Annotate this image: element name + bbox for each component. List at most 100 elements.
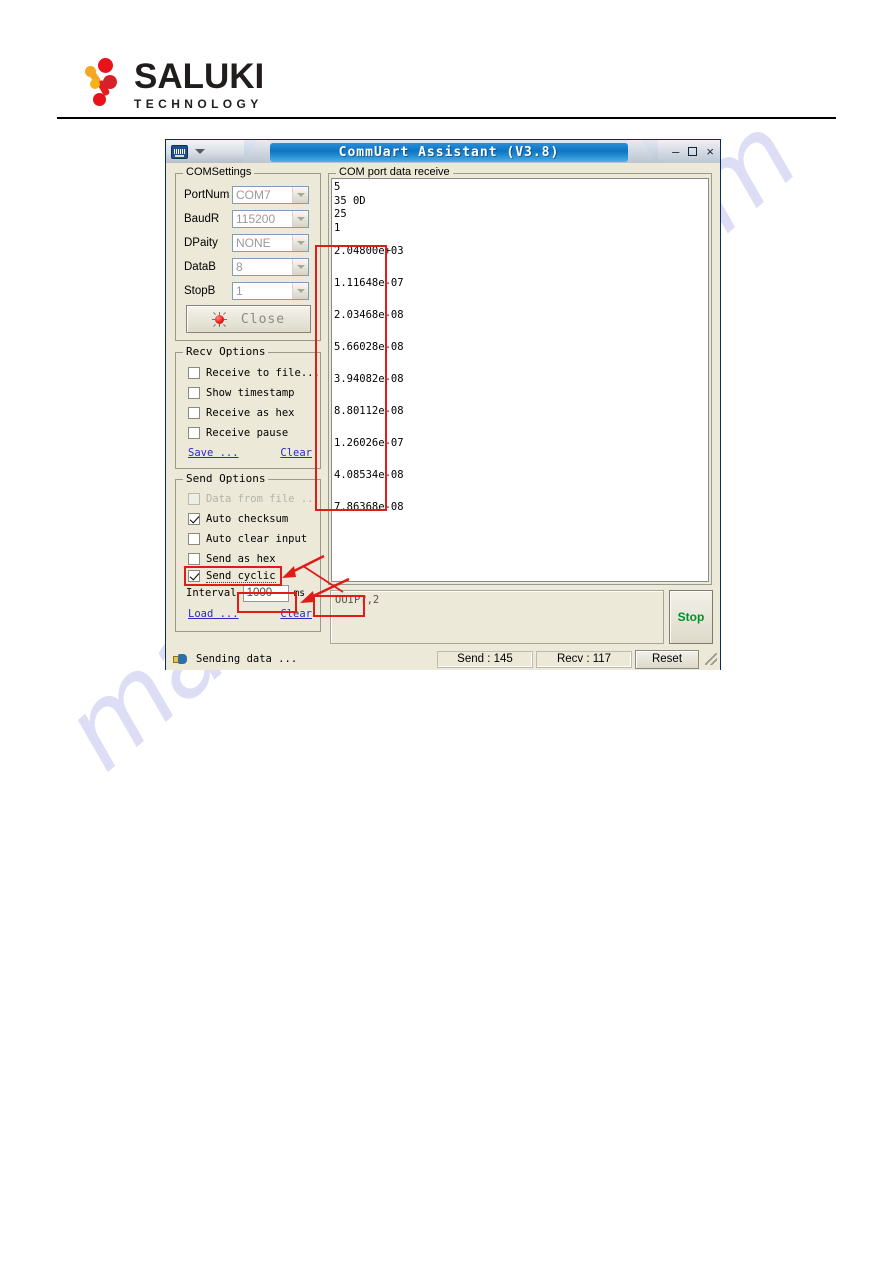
send-input-value: OUIP?,2 <box>335 594 380 606</box>
send-load-link[interactable]: Load ... <box>188 608 239 620</box>
recv-clear-link[interactable]: Clear <box>280 447 312 459</box>
checkbox-receive-to-file[interactable]: Receive to file... <box>188 365 320 381</box>
receive-line: 25 <box>334 208 347 220</box>
parity-label: DPaity <box>184 237 218 249</box>
checkbox-auto-clear-input[interactable]: Auto clear input <box>188 531 307 547</box>
stop-button[interactable]: Stop <box>669 590 713 644</box>
window-body: COMSettings PortNum COM7 BaudR 115200 DP… <box>166 163 720 670</box>
chevron-down-icon[interactable] <box>292 283 308 299</box>
checkbox-label: Receive to file... <box>206 367 320 379</box>
close-window-button[interactable]: × <box>706 145 714 158</box>
portnum-select[interactable]: COM7 <box>232 186 309 204</box>
receive-value-line: 2.03468e-08 <box>334 309 404 321</box>
checkbox-box[interactable] <box>188 427 200 439</box>
receive-panel-legend: COM port data receive <box>336 166 453 178</box>
send-options-group: Send Options Data from file ... Auto che… <box>175 472 321 632</box>
chevron-down-icon[interactable] <box>292 259 308 275</box>
logo-wordmark: SALUKI TECHNOLOGY <box>134 58 264 111</box>
chevron-down-icon[interactable] <box>292 211 308 227</box>
stopbits-select[interactable]: 1 <box>232 282 309 300</box>
window-titlebar: CommUart Assistant (V3.8) – × <box>166 140 720 163</box>
window-statusbar: Sending data ... Send : 145 Recv : 117 R… <box>166 648 720 670</box>
chevron-down-icon[interactable] <box>195 149 205 154</box>
checkbox-label: Show timestamp <box>206 387 295 399</box>
brand-tagline: TECHNOLOGY <box>134 97 263 111</box>
interval-row: Interval 1000 ms <box>186 584 305 602</box>
checkbox-show-timestamp[interactable]: Show timestamp <box>188 385 295 401</box>
databits-label: DataB <box>184 261 216 273</box>
recv-save-link[interactable]: Save ... <box>188 447 239 459</box>
titlebar-system-menu[interactable] <box>166 140 244 163</box>
baudrate-value: 115200 <box>236 212 276 226</box>
window-title: CommUart Assistant (V3.8) <box>338 144 560 160</box>
checkbox-box[interactable] <box>188 513 200 525</box>
send-links-row: Load ... Clear <box>188 608 312 620</box>
minimize-button[interactable]: – <box>672 145 679 158</box>
receive-value-line: 7.86368e-08 <box>334 501 404 513</box>
checkbox-box[interactable] <box>188 387 200 399</box>
maximize-button[interactable] <box>688 147 698 156</box>
com-port-data-receive-group: COM port data receive 5 35 0D 25 1 2.048… <box>328 166 712 585</box>
recv-options-legend: Recv Options <box>183 345 269 358</box>
interval-unit: ms <box>293 587 306 599</box>
parity-select[interactable]: NONE <box>232 234 309 252</box>
receive-value-line: 5.66028e-08 <box>334 341 404 353</box>
interval-label: Interval <box>186 587 237 599</box>
close-port-button[interactable]: Close <box>186 305 311 333</box>
parity-row: DPaity NONE <box>184 233 315 253</box>
com-settings-group: COMSettings PortNum COM7 BaudR 115200 DP… <box>175 166 321 341</box>
page-header: SALUKI TECHNOLOGY <box>0 0 893 130</box>
receive-line: 5 <box>334 181 341 193</box>
com-settings-legend: COMSettings <box>183 166 255 178</box>
titlebar-center: CommUart Assistant (V3.8) <box>270 142 628 162</box>
receive-textarea[interactable]: 5 35 0D 25 1 2.04800e+03 1.11648e-07 2.0… <box>331 178 709 582</box>
window-controls: – × <box>658 140 720 163</box>
chevron-down-icon[interactable] <box>292 187 308 203</box>
send-clear-link[interactable]: Clear <box>280 608 312 620</box>
interval-input[interactable]: 1000 <box>242 584 289 602</box>
checkbox-label: Auto clear input <box>206 533 308 545</box>
uart-app-icon <box>171 144 188 159</box>
databits-row: DataB 8 <box>184 257 315 277</box>
checkbox-box[interactable] <box>188 533 200 545</box>
send-input[interactable]: OUIP?,2 <box>330 590 664 644</box>
status-left: Sending data ... <box>166 653 437 666</box>
reset-button[interactable]: Reset <box>635 649 699 669</box>
stop-button-label: Stop <box>677 610 705 624</box>
receive-value-line: 4.08534e-08 <box>334 469 404 481</box>
receive-line: 1 <box>334 221 341 234</box>
portnum-label: PortNum <box>184 189 230 201</box>
baudrate-row: BaudR 115200 <box>184 209 315 229</box>
checkbox-label: Receive pause <box>206 427 289 439</box>
titlebar-left-slant <box>242 140 270 163</box>
receive-line: 35 0D <box>334 194 366 207</box>
checkbox-receive-pause[interactable]: Receive pause <box>188 425 288 441</box>
header-divider <box>57 117 836 119</box>
checkbox-send-cyclic[interactable]: Send cyclic <box>188 568 276 584</box>
receive-scrollbar[interactable] <box>707 178 709 582</box>
recv-count-cell: Recv : 117 <box>536 650 632 668</box>
resize-grip[interactable] <box>705 653 717 665</box>
chevron-down-icon[interactable] <box>292 235 308 251</box>
checkbox-label: Receive as hex <box>206 407 295 419</box>
titlebar-right-slant <box>628 140 658 163</box>
recv-links-row: Save ... Clear <box>188 447 312 459</box>
baudrate-label: BaudR <box>184 213 220 225</box>
checkbox-send-as-hex[interactable]: Send as hex <box>188 551 276 567</box>
saluki-logo: SALUKI TECHNOLOGY <box>84 58 264 111</box>
checkbox-box[interactable] <box>188 553 200 565</box>
checkbox-box[interactable] <box>188 367 200 379</box>
checkbox-auto-checksum[interactable]: Auto checksum <box>188 511 288 527</box>
saluki-logo-mark-icon <box>84 58 128 110</box>
databits-value: 8 <box>236 260 243 274</box>
checkbox-data-from-file: Data from file ... <box>188 491 320 507</box>
status-text: Sending data ... <box>196 653 298 665</box>
checkbox-box[interactable] <box>188 407 200 419</box>
baudrate-select[interactable]: 115200 <box>232 210 309 228</box>
databits-select[interactable]: 8 <box>232 258 309 276</box>
portnum-value: COM7 <box>236 188 271 202</box>
checkbox-box[interactable] <box>188 570 200 582</box>
checkbox-label: Send cyclic <box>206 569 276 583</box>
portnum-row: PortNum COM7 <box>184 185 315 205</box>
checkbox-receive-as-hex[interactable]: Receive as hex <box>188 405 295 421</box>
